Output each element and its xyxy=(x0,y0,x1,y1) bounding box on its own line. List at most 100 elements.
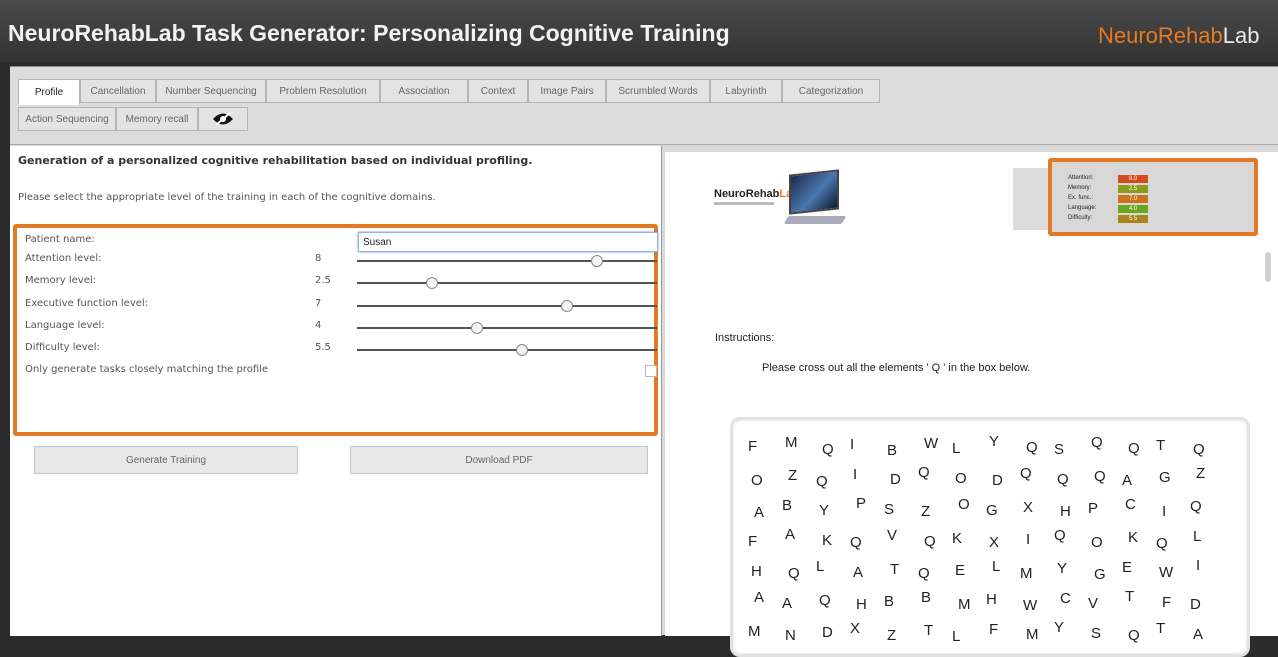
executive-slider-track[interactable] xyxy=(357,305,657,307)
grid-letter[interactable]: G xyxy=(1159,469,1171,486)
grid-letter[interactable]: B xyxy=(921,589,931,606)
grid-letter[interactable]: A xyxy=(782,595,792,612)
grid-letter[interactable]: A xyxy=(853,564,863,581)
grid-letter[interactable]: S xyxy=(1091,625,1101,642)
grid-letter[interactable]: Q xyxy=(918,565,930,582)
attention-slider-thumb[interactable] xyxy=(591,255,603,267)
grid-letter[interactable]: Q xyxy=(1094,468,1106,485)
grid-letter[interactable]: T xyxy=(1156,620,1165,637)
grid-letter[interactable]: P xyxy=(1088,500,1098,517)
grid-letter[interactable]: V xyxy=(887,527,897,544)
grid-letter[interactable]: Z xyxy=(887,627,896,644)
grid-letter[interactable]: D xyxy=(890,471,901,488)
grid-letter[interactable]: K xyxy=(1128,529,1138,546)
grid-letter[interactable]: Q xyxy=(1091,434,1103,451)
grid-letter[interactable]: Z xyxy=(921,503,930,520)
grid-letter[interactable]: T xyxy=(924,622,933,639)
tab-profile[interactable]: Profile xyxy=(18,79,80,105)
tab-labyrinth[interactable]: Labyrinth xyxy=(710,79,782,103)
executive-slider-thumb[interactable] xyxy=(561,300,573,312)
grid-letter[interactable]: O xyxy=(751,472,763,489)
grid-letter[interactable]: B xyxy=(782,497,792,514)
grid-letter[interactable]: L xyxy=(952,628,960,645)
grid-letter[interactable]: X xyxy=(989,534,999,551)
grid-letter[interactable]: Y xyxy=(1054,619,1064,636)
grid-letter[interactable]: Q xyxy=(788,565,800,582)
grid-letter[interactable]: B xyxy=(887,442,897,459)
memory-slider-track[interactable] xyxy=(357,282,657,284)
grid-letter[interactable]: F xyxy=(748,438,757,455)
grid-letter[interactable]: Q xyxy=(918,464,930,481)
grid-letter[interactable]: I xyxy=(853,466,857,483)
grid-letter[interactable]: C xyxy=(1125,496,1136,513)
grid-letter[interactable]: G xyxy=(1094,566,1106,583)
grid-letter[interactable]: T xyxy=(1125,588,1134,605)
grid-letter[interactable]: X xyxy=(850,620,860,637)
grid-letter[interactable]: S xyxy=(1054,441,1064,458)
patient-name-input[interactable] xyxy=(358,232,658,252)
grid-letter[interactable]: F xyxy=(989,621,998,638)
tab-image-pairs[interactable]: Image Pairs xyxy=(528,79,606,103)
grid-letter[interactable]: Q xyxy=(1054,527,1066,544)
grid-letter[interactable]: M xyxy=(748,623,761,640)
grid-letter[interactable]: O xyxy=(955,470,967,487)
grid-letter[interactable]: E xyxy=(955,562,965,579)
grid-letter[interactable]: H xyxy=(1060,503,1071,520)
grid-letter[interactable]: H xyxy=(856,596,867,613)
tab-action-sequencing[interactable]: Action Sequencing xyxy=(18,107,116,131)
difficulty-slider-thumb[interactable] xyxy=(516,344,528,356)
difficulty-slider-track[interactable] xyxy=(357,349,657,351)
grid-letter[interactable]: Z xyxy=(1196,465,1205,482)
generate-training-button[interactable]: Generate Training xyxy=(34,446,298,474)
grid-letter[interactable]: E xyxy=(1122,559,1132,576)
grid-letter[interactable]: I xyxy=(850,436,854,453)
grid-letter[interactable]: L xyxy=(816,558,824,575)
grid-letter[interactable]: S xyxy=(884,501,894,518)
tab-cancellation[interactable]: Cancellation xyxy=(80,79,156,103)
grid-letter[interactable]: Q xyxy=(822,441,834,458)
grid-letter[interactable]: M xyxy=(958,596,971,613)
grid-letter[interactable]: I xyxy=(1196,557,1200,574)
grid-letter[interactable]: D xyxy=(1190,596,1201,613)
tab-number-sequencing[interactable]: Number Sequencing xyxy=(156,79,266,103)
grid-letter[interactable]: F xyxy=(1162,594,1171,611)
grid-letter[interactable]: L xyxy=(952,440,960,457)
download-pdf-button[interactable]: Download PDF xyxy=(350,446,648,474)
tab-categorization[interactable]: Categorization xyxy=(782,79,880,103)
grid-letter[interactable]: W xyxy=(1159,564,1173,581)
grid-letter[interactable]: K xyxy=(952,530,962,547)
grid-letter[interactable]: H xyxy=(986,591,997,608)
grid-letter[interactable]: Z xyxy=(788,467,797,484)
grid-letter[interactable]: L xyxy=(1193,528,1201,545)
grid-letter[interactable]: Q xyxy=(1190,498,1202,515)
grid-letter[interactable]: F xyxy=(748,533,757,550)
grid-letter[interactable]: P xyxy=(856,495,866,512)
grid-letter[interactable]: Q xyxy=(1057,471,1069,488)
grid-letter[interactable]: A xyxy=(785,526,795,543)
grid-letter[interactable]: Q xyxy=(850,534,862,551)
grid-letter[interactable]: T xyxy=(1156,437,1165,454)
grid-letter[interactable]: V xyxy=(1088,595,1098,612)
grid-letter[interactable]: Q xyxy=(1026,439,1038,456)
grid-letter[interactable]: N xyxy=(785,627,796,644)
grid-letter[interactable]: X xyxy=(1023,499,1033,516)
grid-letter[interactable]: O xyxy=(1091,534,1103,551)
tab-context[interactable]: Context xyxy=(468,79,528,103)
grid-letter[interactable]: A xyxy=(754,504,764,521)
grid-letter[interactable]: Q xyxy=(924,533,936,550)
grid-letter[interactable]: Q xyxy=(1156,535,1168,552)
grid-letter[interactable]: C xyxy=(1060,590,1071,607)
grid-letter[interactable]: A xyxy=(754,589,764,606)
tab-problem-resolution[interactable]: Problem Resolution xyxy=(266,79,380,103)
grid-letter[interactable]: Y xyxy=(989,433,999,450)
grid-letter[interactable]: Q xyxy=(1128,440,1140,457)
memory-slider-thumb[interactable] xyxy=(426,277,438,289)
language-slider-track[interactable] xyxy=(357,327,657,329)
tab-scrumbled-words[interactable]: Scrumbled Words xyxy=(606,79,710,103)
grid-letter[interactable]: I xyxy=(1162,503,1166,520)
tab-eye[interactable] xyxy=(198,107,248,131)
tab-memory-recall[interactable]: Memory recall xyxy=(116,107,198,131)
grid-letter[interactable]: M xyxy=(1020,565,1033,582)
grid-letter[interactable]: W xyxy=(924,435,938,452)
grid-letter[interactable]: Q xyxy=(816,473,828,490)
